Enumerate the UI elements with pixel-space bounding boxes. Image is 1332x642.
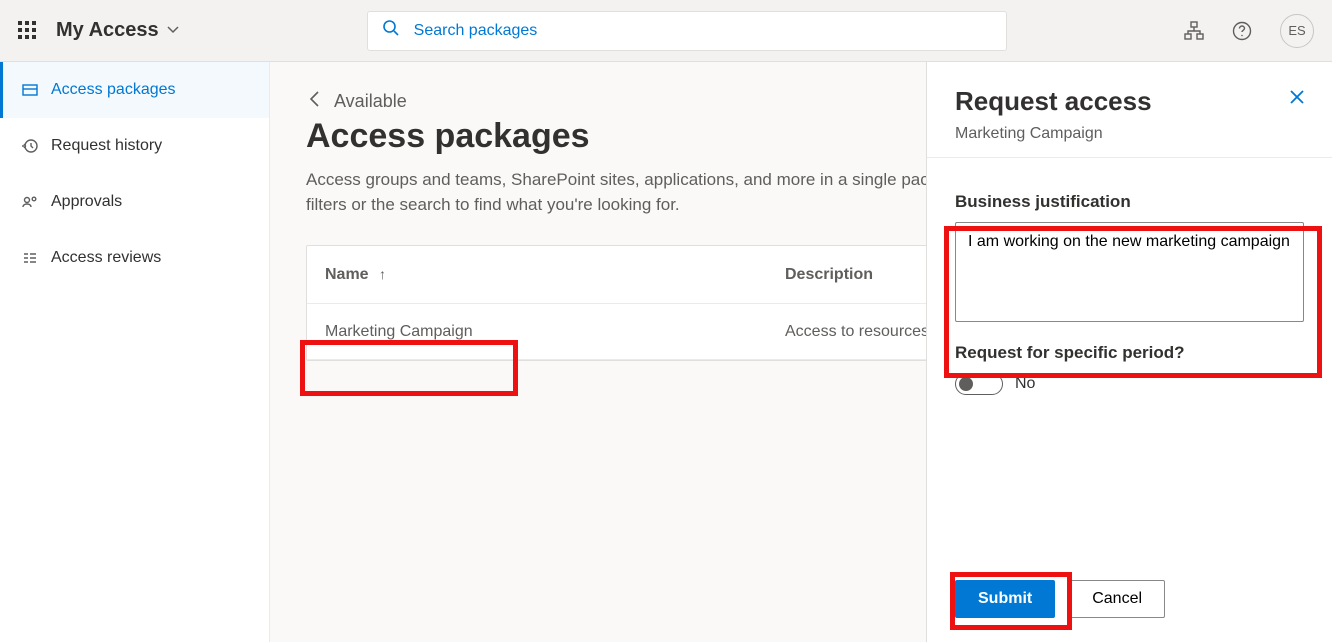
- panel-subtitle: Marketing Campaign: [955, 125, 1304, 143]
- sidebar-item-access-reviews[interactable]: Access reviews: [0, 230, 269, 286]
- search-box[interactable]: [367, 11, 1007, 51]
- sidebar-item-label: Access packages: [51, 81, 176, 99]
- column-header-name[interactable]: Name ↑: [325, 266, 785, 284]
- justification-input[interactable]: [955, 222, 1304, 322]
- avatar-initials: ES: [1288, 23, 1305, 38]
- justification-label: Business justification: [955, 192, 1304, 212]
- app-launcher-icon[interactable]: [18, 21, 38, 41]
- approvals-icon: [21, 194, 39, 210]
- breadcrumb-label: Available: [334, 91, 407, 112]
- sidebar-item-label: Approvals: [51, 193, 122, 211]
- sidebar-item-approvals[interactable]: Approvals: [0, 174, 269, 230]
- panel-title: Request access: [955, 86, 1304, 117]
- sidebar-item-label: Request history: [51, 137, 162, 155]
- submit-button[interactable]: Submit: [955, 580, 1055, 618]
- period-toggle-value: No: [1015, 375, 1035, 393]
- help-icon[interactable]: [1232, 21, 1252, 41]
- row-name: Marketing Campaign: [325, 323, 785, 341]
- package-icon: [21, 82, 39, 98]
- sort-ascending-icon: ↑: [379, 266, 386, 282]
- reviews-icon: [21, 250, 39, 266]
- sidebar-item-request-history[interactable]: Request history: [0, 118, 269, 174]
- cancel-button[interactable]: Cancel: [1069, 580, 1165, 618]
- chevron-down-icon: [167, 23, 179, 39]
- period-label: Request for specific period?: [955, 343, 1304, 363]
- history-icon: [21, 138, 39, 154]
- app-title-text: My Access: [56, 19, 159, 42]
- close-icon[interactable]: [1288, 88, 1306, 111]
- search-input[interactable]: [414, 22, 992, 40]
- back-arrow-icon[interactable]: [306, 90, 324, 113]
- app-title-dropdown[interactable]: My Access: [56, 19, 179, 42]
- sidebar: Access packages Request history Approval…: [0, 62, 270, 642]
- panel-header: Request access Marketing Campaign: [927, 62, 1332, 158]
- org-icon[interactable]: [1184, 21, 1204, 41]
- topbar: My Access ES: [0, 0, 1332, 62]
- page-description: Access groups and teams, SharePoint site…: [306, 168, 1026, 217]
- search-icon: [382, 19, 400, 42]
- panel-body: Business justification Request for speci…: [927, 158, 1332, 562]
- avatar[interactable]: ES: [1280, 14, 1314, 48]
- request-access-panel: Request access Marketing Campaign Busine…: [926, 62, 1332, 642]
- period-toggle[interactable]: [955, 373, 1003, 395]
- panel-footer: Submit Cancel: [927, 562, 1332, 642]
- sidebar-item-label: Access reviews: [51, 249, 161, 267]
- topbar-right: ES: [1184, 14, 1314, 48]
- sidebar-item-access-packages[interactable]: Access packages: [0, 62, 269, 118]
